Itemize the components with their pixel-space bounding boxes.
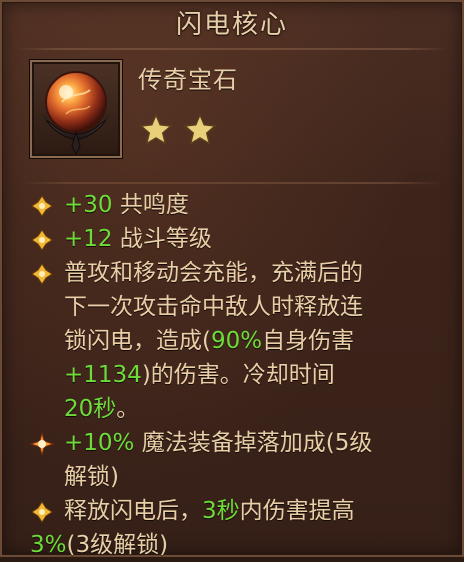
item-type-label: 传奇宝石: [138, 66, 238, 94]
effect-line: 20秒。: [64, 396, 140, 422]
stat-value: +30: [64, 192, 113, 218]
spark-bullet-icon: [30, 432, 54, 456]
gold-diamond-bullet-icon: [31, 229, 53, 251]
item-tooltip-panel: 闪电核心 传奇宝石 +30 共鸣度 +12 战斗等级 普攻和移动会充能，充满后的…: [0, 0, 464, 558]
stat-combat-level: +12 战斗等级: [30, 222, 442, 256]
rarity-stars: [138, 112, 228, 152]
item-icon-frame: [30, 60, 122, 158]
star-icon: [183, 113, 217, 146]
gem-orb-icon: [42, 71, 110, 156]
item-title: 闪电核心: [175, 10, 288, 40]
effect-line: 释放闪电后，3秒内伤害提高: [64, 498, 355, 524]
section-divider: [22, 182, 442, 184]
stat-value: +12: [64, 226, 113, 252]
effect-damage-boost: 释放闪电后，3秒内伤害提高 3%(3级解锁): [30, 494, 442, 562]
star-icon: [139, 113, 173, 146]
stat-resonance: +30 共鸣度: [30, 188, 442, 222]
effect-line: 锁闪电，造成(90%自身伤害: [64, 328, 355, 354]
effect-line: 普攻和移动会充能，充满后的: [64, 260, 363, 286]
effect-line: 下一次攻击命中敌人时释放连: [64, 294, 363, 320]
effect-line: +1134)的伤害。冷却时间: [64, 362, 335, 388]
effect-line: +10% 魔法装备掉落加成(5级: [64, 430, 373, 456]
stat-label: 共鸣度: [119, 192, 189, 218]
gold-diamond-bullet-icon: [31, 501, 53, 523]
effect-line: 解锁): [64, 464, 119, 490]
effect-chain-lightning: 普攻和移动会充能，充满后的 下一次攻击命中敌人时释放连 锁闪电，造成(90%自身…: [30, 256, 442, 426]
gold-diamond-bullet-icon: [31, 263, 53, 285]
title-divider: [16, 48, 448, 50]
effect-magic-find: +10% 魔法装备掉落加成(5级 解锁): [30, 426, 442, 494]
gold-diamond-bullet-icon: [31, 195, 53, 217]
stat-label: 战斗等级: [119, 226, 212, 252]
